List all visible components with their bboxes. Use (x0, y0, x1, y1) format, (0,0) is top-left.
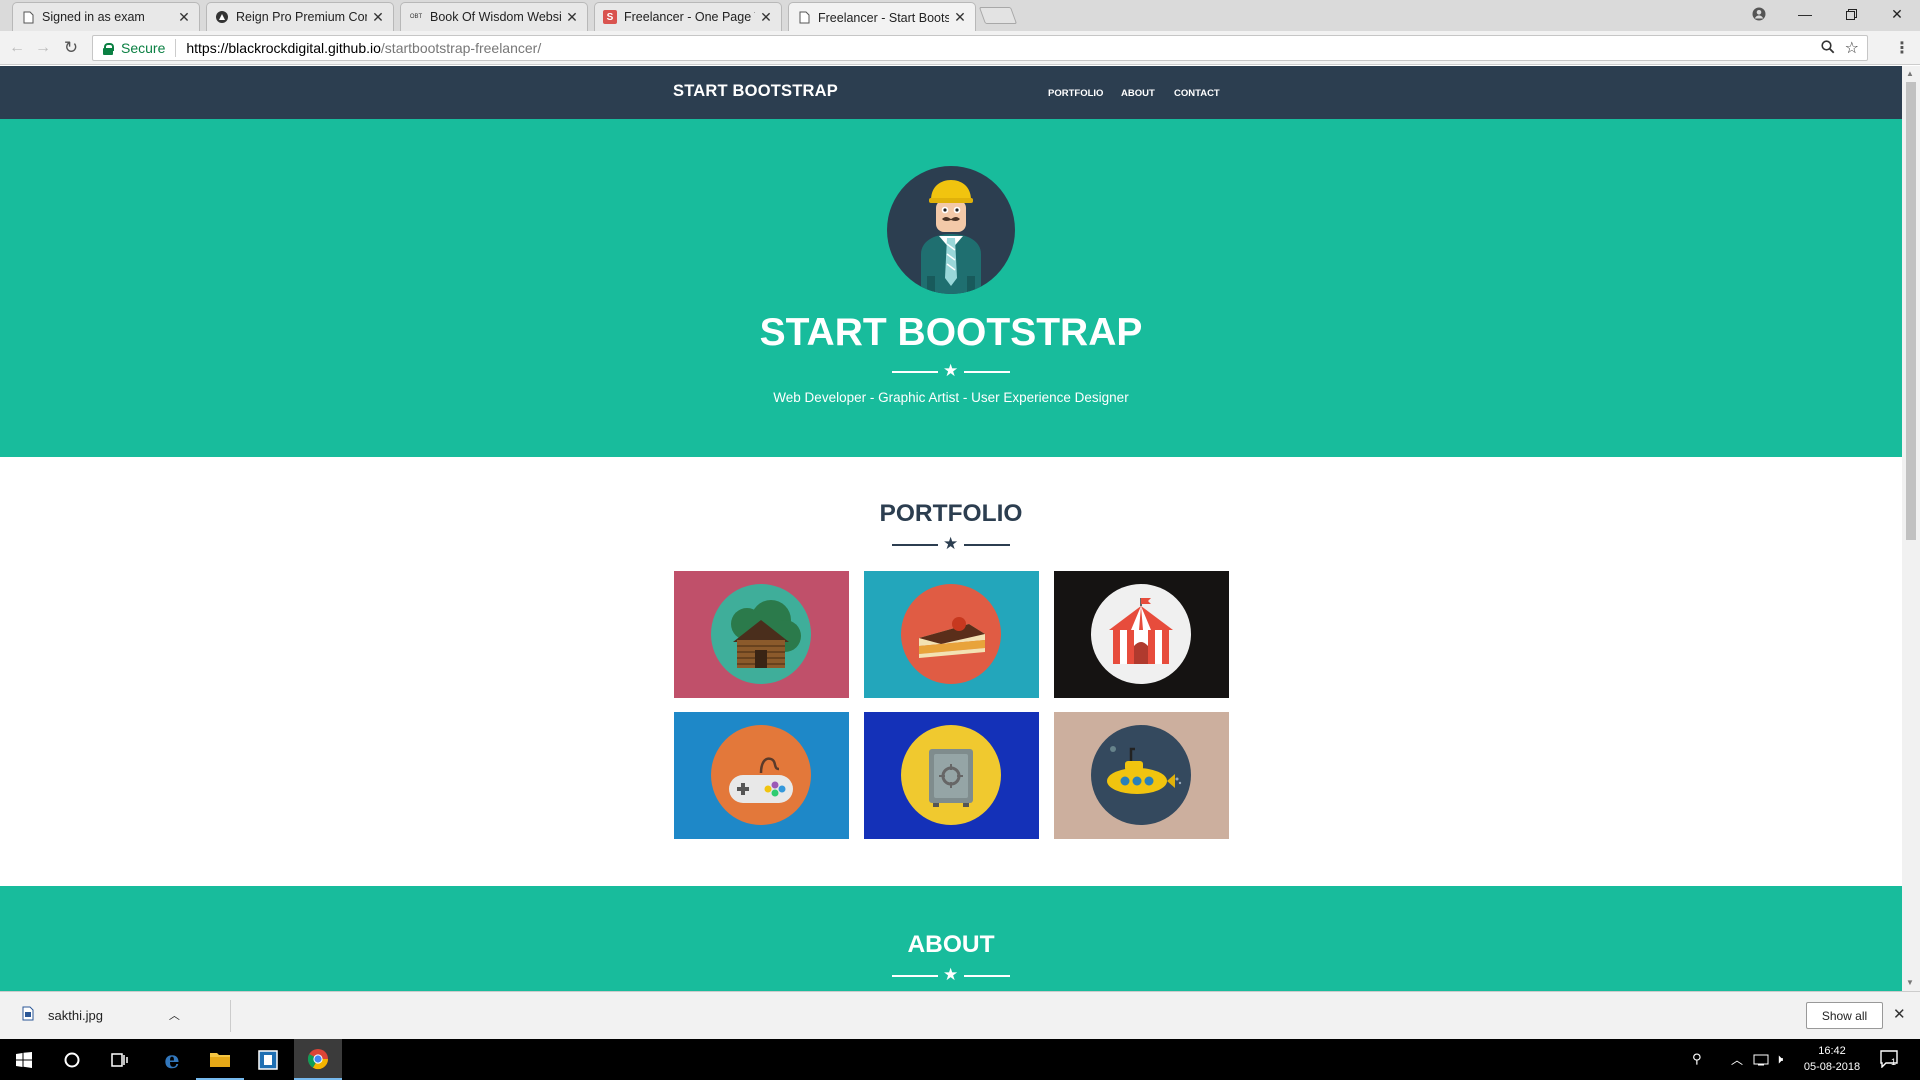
portfolio-item-game[interactable] (674, 712, 849, 839)
menu-icon[interactable]: ⋮ (1891, 37, 1913, 59)
volume-icon[interactable]: 🕨 (1775, 1051, 1783, 1067)
portfolio-item-safe[interactable] (864, 712, 1039, 839)
circus-tent-icon (1091, 584, 1191, 684)
url-host: https://blackrockdigital.github.io (186, 40, 381, 56)
file-explorer-icon[interactable] (196, 1039, 244, 1080)
chevron-up-icon[interactable]: ︿ (169, 1007, 180, 1023)
tab-title: Freelancer - Start Bootstr (818, 10, 949, 25)
notification-count: 1 (1891, 1057, 1897, 1067)
system-clock[interactable]: 16:42 05-08-2018 (1797, 1043, 1867, 1075)
tab-reign[interactable]: Reign Pro Premium Corp ✕ (206, 2, 394, 31)
new-tab-button[interactable] (978, 7, 1018, 24)
chrome-icon[interactable] (294, 1039, 342, 1080)
show-all-button[interactable]: Show all (1806, 1002, 1883, 1029)
about-section: ABOUT ★ (0, 886, 1902, 991)
cake-icon (901, 584, 1001, 684)
clock-time: 16:42 (1818, 1045, 1846, 1057)
tab-book-of-wisdom[interactable]: OBT Book Of Wisdom Website ✕ (400, 2, 588, 31)
portfolio-item-cake[interactable] (864, 571, 1039, 698)
cabin-icon (711, 584, 811, 684)
tab-title: Reign Pro Premium Corp (236, 10, 367, 24)
safe-icon (901, 725, 1001, 825)
store-app-icon[interactable] (244, 1039, 292, 1080)
zoom-icon[interactable] (1821, 39, 1835, 57)
windows-start-icon[interactable] (0, 1039, 48, 1080)
profile-icon[interactable] (1736, 0, 1782, 28)
obt-icon: OBT (409, 14, 423, 20)
browser-toolbar: ← → ↻ Secure https://blackrockdigital.gi… (0, 31, 1920, 65)
close-tab-icon[interactable]: ✕ (371, 9, 385, 26)
game-controller-icon (711, 725, 811, 825)
web-page: START BOOTSTRAP PORTFOLIO ABOUT CONTACT … (0, 66, 1902, 991)
page-icon (797, 11, 811, 25)
close-download-bar-icon[interactable]: ✕ (1893, 1005, 1906, 1023)
tab-signed-in[interactable]: Signed in as exam ✕ (12, 2, 200, 31)
scroll-down-icon[interactable]: ▼ (1906, 978, 1914, 987)
restore-icon[interactable] (1828, 0, 1874, 28)
people-icon[interactable]: ⚲ (1692, 1051, 1702, 1067)
profile-avatar (887, 166, 1015, 294)
forward-icon[interactable]: → (32, 37, 54, 59)
lock-icon (103, 42, 114, 55)
close-tab-icon[interactable]: ✕ (565, 9, 579, 26)
clock-date: 05-08-2018 (1803, 1061, 1861, 1073)
nav-portfolio[interactable]: PORTFOLIO (1048, 88, 1103, 99)
portfolio-item-submarine[interactable] (1054, 712, 1229, 839)
reload-icon[interactable]: ↻ (60, 37, 82, 59)
windows-taskbar: e ⚲ ︿ 🕨 16:42 05-08-2018 1 (0, 1039, 1920, 1080)
portfolio-item-cabin[interactable] (674, 571, 849, 698)
hero-title: START BOOTSTRAP (759, 311, 1143, 354)
scroll-up-icon[interactable]: ▲ (1906, 69, 1914, 78)
portfolio-title: PORTFOLIO (879, 500, 1023, 527)
close-tab-icon[interactable]: ✕ (759, 9, 773, 26)
separator (230, 1000, 231, 1032)
image-file-icon (22, 1006, 34, 1024)
tab-freelancer-start-bootstrap[interactable]: Freelancer - Start Bootstr ✕ (788, 2, 976, 32)
download-filename: sakthi.jpg (48, 1007, 103, 1023)
close-window-icon[interactable]: ✕ (1874, 0, 1920, 28)
about-title: ABOUT (907, 931, 995, 958)
hero-section: START BOOTSTRAP ★ Web Developer - Graphi… (0, 119, 1902, 457)
tab-title: Book Of Wisdom Website (430, 10, 561, 24)
cortana-icon[interactable] (48, 1039, 96, 1080)
star-divider: ★ (892, 534, 1010, 553)
nav-contact[interactable]: CONTACT (1174, 88, 1220, 99)
bookmark-star-icon[interactable]: ☆ (1845, 38, 1859, 58)
star-icon: ★ (943, 534, 959, 553)
tab-title: Freelancer - One Page Th (624, 10, 755, 24)
url-path: /startbootstrap-freelancer/ (380, 40, 542, 56)
close-tab-icon[interactable]: ✕ (953, 9, 967, 26)
close-tab-icon[interactable]: ✕ (177, 9, 191, 26)
hero-subtitle: Web Developer - Graphic Artist - User Ex… (773, 390, 1129, 405)
nav-about[interactable]: ABOUT (1121, 88, 1155, 99)
portfolio-item-circus[interactable] (1054, 571, 1229, 698)
tab-freelancer-one-page[interactable]: S Freelancer - One Page Th ✕ (594, 2, 782, 31)
star-icon: ★ (943, 361, 959, 380)
download-bar: sakthi.jpg ︿ Show all ✕ (0, 991, 1920, 1039)
task-view-icon[interactable] (96, 1039, 144, 1080)
network-icon[interactable] (1753, 1053, 1769, 1071)
separator (175, 39, 177, 57)
star-icon: ★ (943, 965, 959, 984)
site-navbar: START BOOTSTRAP PORTFOLIO ABOUT CONTACT (0, 66, 1902, 119)
tab-title: Signed in as exam (42, 10, 145, 24)
action-center-icon[interactable]: 1 (1880, 1050, 1900, 1073)
chevron-up-icon[interactable]: ︿ (1731, 1051, 1743, 1068)
secure-label: Secure (121, 40, 166, 56)
page-icon (21, 10, 35, 24)
page-scrollbar[interactable]: ▲ ▼ (1902, 66, 1920, 991)
brand-link[interactable]: START BOOTSTRAP (673, 82, 838, 101)
star-divider: ★ (892, 361, 1010, 380)
address-bar[interactable]: Secure https://blackrockdigital.github.i… (92, 35, 1868, 61)
back-icon[interactable]: ← (6, 37, 28, 59)
download-item[interactable]: sakthi.jpg ︿ (22, 1006, 180, 1024)
edge-browser-icon[interactable]: e (148, 1039, 196, 1080)
minimize-icon[interactable]: — (1782, 0, 1828, 28)
scrollbar-thumb[interactable] (1906, 82, 1916, 540)
submarine-icon (1091, 725, 1191, 825)
browser-tab-strip: Signed in as exam ✕ Reign Pro Premium Co… (0, 0, 1920, 32)
s-icon: S (603, 10, 617, 24)
reign-icon (215, 10, 229, 24)
star-divider: ★ (892, 965, 1010, 984)
